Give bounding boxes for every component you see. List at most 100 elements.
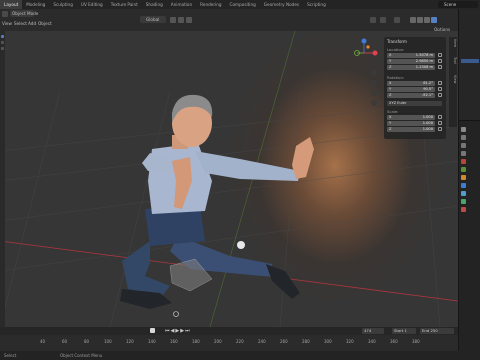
lock-icon[interactable] bbox=[438, 59, 442, 63]
menu-view[interactable]: View bbox=[2, 21, 12, 26]
workspace-tabbar: Layout Modeling Sculpting UV Editing Tex… bbox=[0, 0, 480, 9]
lock-icon[interactable] bbox=[438, 127, 442, 131]
world-properties-icon[interactable] bbox=[461, 167, 466, 172]
next-keyframe-icon[interactable]: ▶ bbox=[180, 328, 184, 334]
frame-tick: 300 bbox=[324, 339, 332, 344]
timeline-header: ⏮ ◀ ▶ ▶ ⏭ 474 Start 1 End 250 bbox=[0, 327, 458, 335]
lock-icon[interactable] bbox=[438, 53, 442, 57]
scene-selector[interactable]: Scene bbox=[438, 1, 478, 8]
modifier-properties-icon[interactable] bbox=[461, 183, 466, 188]
scene-properties-icon[interactable] bbox=[461, 159, 466, 164]
scale-y-field[interactable]: Y 1.000 bbox=[387, 121, 435, 126]
render-properties-icon[interactable] bbox=[461, 135, 466, 140]
orientation-dropdown[interactable]: Global bbox=[140, 16, 166, 23]
zoom-icon[interactable] bbox=[371, 70, 377, 76]
frame-tick: 160 bbox=[170, 339, 178, 344]
rotation-mode-dropdown[interactable]: XYZ Euler bbox=[387, 101, 442, 106]
scale-z-field[interactable]: Z 1.000 bbox=[387, 127, 435, 132]
tab-scripting[interactable]: Scripting bbox=[303, 0, 330, 9]
view-layer-icon[interactable] bbox=[461, 151, 466, 156]
sidebar-tab-item[interactable]: Item bbox=[449, 39, 457, 55]
pan-icon[interactable] bbox=[371, 80, 377, 86]
editor-type-icon[interactable] bbox=[2, 11, 8, 17]
tab-animation[interactable]: Animation bbox=[167, 0, 196, 9]
play-icon[interactable]: ▶ bbox=[175, 328, 179, 334]
lock-icon[interactable] bbox=[438, 121, 442, 125]
frame-tick: 340 bbox=[368, 339, 376, 344]
start-frame-field[interactable]: Start 1 bbox=[392, 328, 416, 334]
rotation-y-field[interactable]: Y 90.5° bbox=[387, 87, 435, 92]
sidebar-tab-view[interactable]: View bbox=[449, 75, 457, 91]
sidebar-transform-panel: Transform Location: X 1.5078 m Y 2.9850 m … bbox=[384, 37, 446, 139]
location-x-value: 1.5078 m bbox=[415, 53, 433, 57]
menu-object[interactable]: Object bbox=[38, 21, 52, 26]
navigation-gizmo[interactable] bbox=[354, 38, 378, 56]
outliner-selected-row[interactable] bbox=[461, 59, 479, 63]
sidebar-tab-tool[interactable]: Tool bbox=[449, 57, 457, 73]
jump-start-icon[interactable]: ⏮ bbox=[165, 328, 170, 334]
location-x-field[interactable]: X 1.5078 m bbox=[387, 53, 435, 58]
overlays-icon[interactable] bbox=[394, 17, 400, 23]
tab-shading[interactable]: Shading bbox=[142, 0, 167, 9]
tab-rendering[interactable]: Rendering bbox=[196, 0, 225, 9]
camera-view-icon[interactable] bbox=[371, 90, 377, 96]
outliner[interactable] bbox=[459, 9, 480, 121]
tab-compositing[interactable]: Compositing bbox=[226, 0, 260, 9]
proportional-edit-icon[interactable] bbox=[186, 17, 192, 23]
rotation-x-field[interactable]: X 61.2° bbox=[387, 81, 435, 86]
material-properties-icon[interactable] bbox=[461, 207, 466, 212]
constraint-properties-icon[interactable] bbox=[461, 199, 466, 204]
material-shading-icon[interactable] bbox=[424, 17, 430, 23]
object-origin[interactable] bbox=[173, 311, 179, 317]
scale-y-value: 1.000 bbox=[422, 121, 433, 125]
menu-select[interactable]: Select bbox=[14, 21, 27, 26]
lock-icon[interactable] bbox=[438, 81, 442, 85]
mode-dropdown[interactable]: Object Mode bbox=[10, 10, 38, 17]
gizmo-icon[interactable] bbox=[380, 17, 386, 23]
physics-properties-icon[interactable] bbox=[461, 191, 466, 196]
rotation-y-value: 90.5° bbox=[423, 87, 433, 91]
pivot-icon[interactable] bbox=[170, 17, 176, 23]
lock-icon[interactable] bbox=[438, 93, 442, 97]
lock-icon[interactable] bbox=[438, 65, 442, 69]
frame-tick: 260 bbox=[280, 339, 288, 344]
location-label: Location: bbox=[387, 47, 405, 52]
select-tool-icon[interactable] bbox=[1, 35, 4, 38]
tab-texture-paint[interactable]: Texture Paint bbox=[107, 0, 142, 9]
scale-x-field[interactable]: X 1.000 bbox=[387, 115, 435, 120]
object-properties-icon[interactable] bbox=[461, 175, 466, 180]
rotation-z-field[interactable]: Z -92.1° bbox=[387, 93, 435, 98]
menu-add[interactable]: Add bbox=[28, 21, 36, 26]
orientation-label: Global bbox=[146, 17, 160, 22]
move-tool-icon[interactable] bbox=[1, 47, 4, 50]
snap-icon[interactable] bbox=[178, 17, 184, 23]
frame-tick: 360 bbox=[390, 339, 398, 344]
wireframe-shading-icon[interactable] bbox=[410, 17, 416, 23]
rendered-shading-icon[interactable] bbox=[431, 17, 437, 23]
control-sphere[interactable] bbox=[237, 241, 245, 249]
jump-end-icon[interactable]: ⏭ bbox=[185, 328, 190, 334]
location-y-field[interactable]: Y 2.9850 m bbox=[387, 59, 435, 64]
tab-uv-editing[interactable]: UV Editing bbox=[77, 0, 107, 9]
tab-geometry-nodes[interactable]: Geometry Nodes bbox=[260, 0, 303, 9]
visibility-icon[interactable] bbox=[370, 17, 376, 23]
current-frame-field[interactable]: 474 bbox=[362, 328, 384, 334]
location-z-field[interactable]: Z 1.2308 m bbox=[387, 65, 435, 70]
timeline[interactable]: 40 60 80 100 120 140 160 180 200 220 240… bbox=[0, 335, 458, 351]
tab-layout[interactable]: Layout bbox=[0, 0, 23, 9]
tab-sculpting[interactable]: Sculpting bbox=[49, 0, 77, 9]
lock-icon[interactable] bbox=[438, 115, 442, 119]
output-properties-icon[interactable] bbox=[461, 143, 466, 148]
cursor-tool-icon[interactable] bbox=[1, 41, 4, 44]
solid-shading-icon[interactable] bbox=[417, 17, 423, 23]
frame-tick: 240 bbox=[258, 339, 266, 344]
lock-icon[interactable] bbox=[438, 87, 442, 91]
perspective-toggle-icon[interactable] bbox=[371, 100, 377, 106]
axis-x-label: X bbox=[389, 53, 392, 57]
prev-keyframe-icon[interactable]: ◀ bbox=[171, 328, 175, 334]
tool-properties-icon[interactable] bbox=[461, 127, 466, 132]
tab-modeling[interactable]: Modeling bbox=[22, 0, 49, 9]
record-icon[interactable] bbox=[150, 328, 155, 333]
character-model[interactable] bbox=[120, 94, 314, 309]
end-frame-field[interactable]: End 250 bbox=[420, 328, 454, 334]
